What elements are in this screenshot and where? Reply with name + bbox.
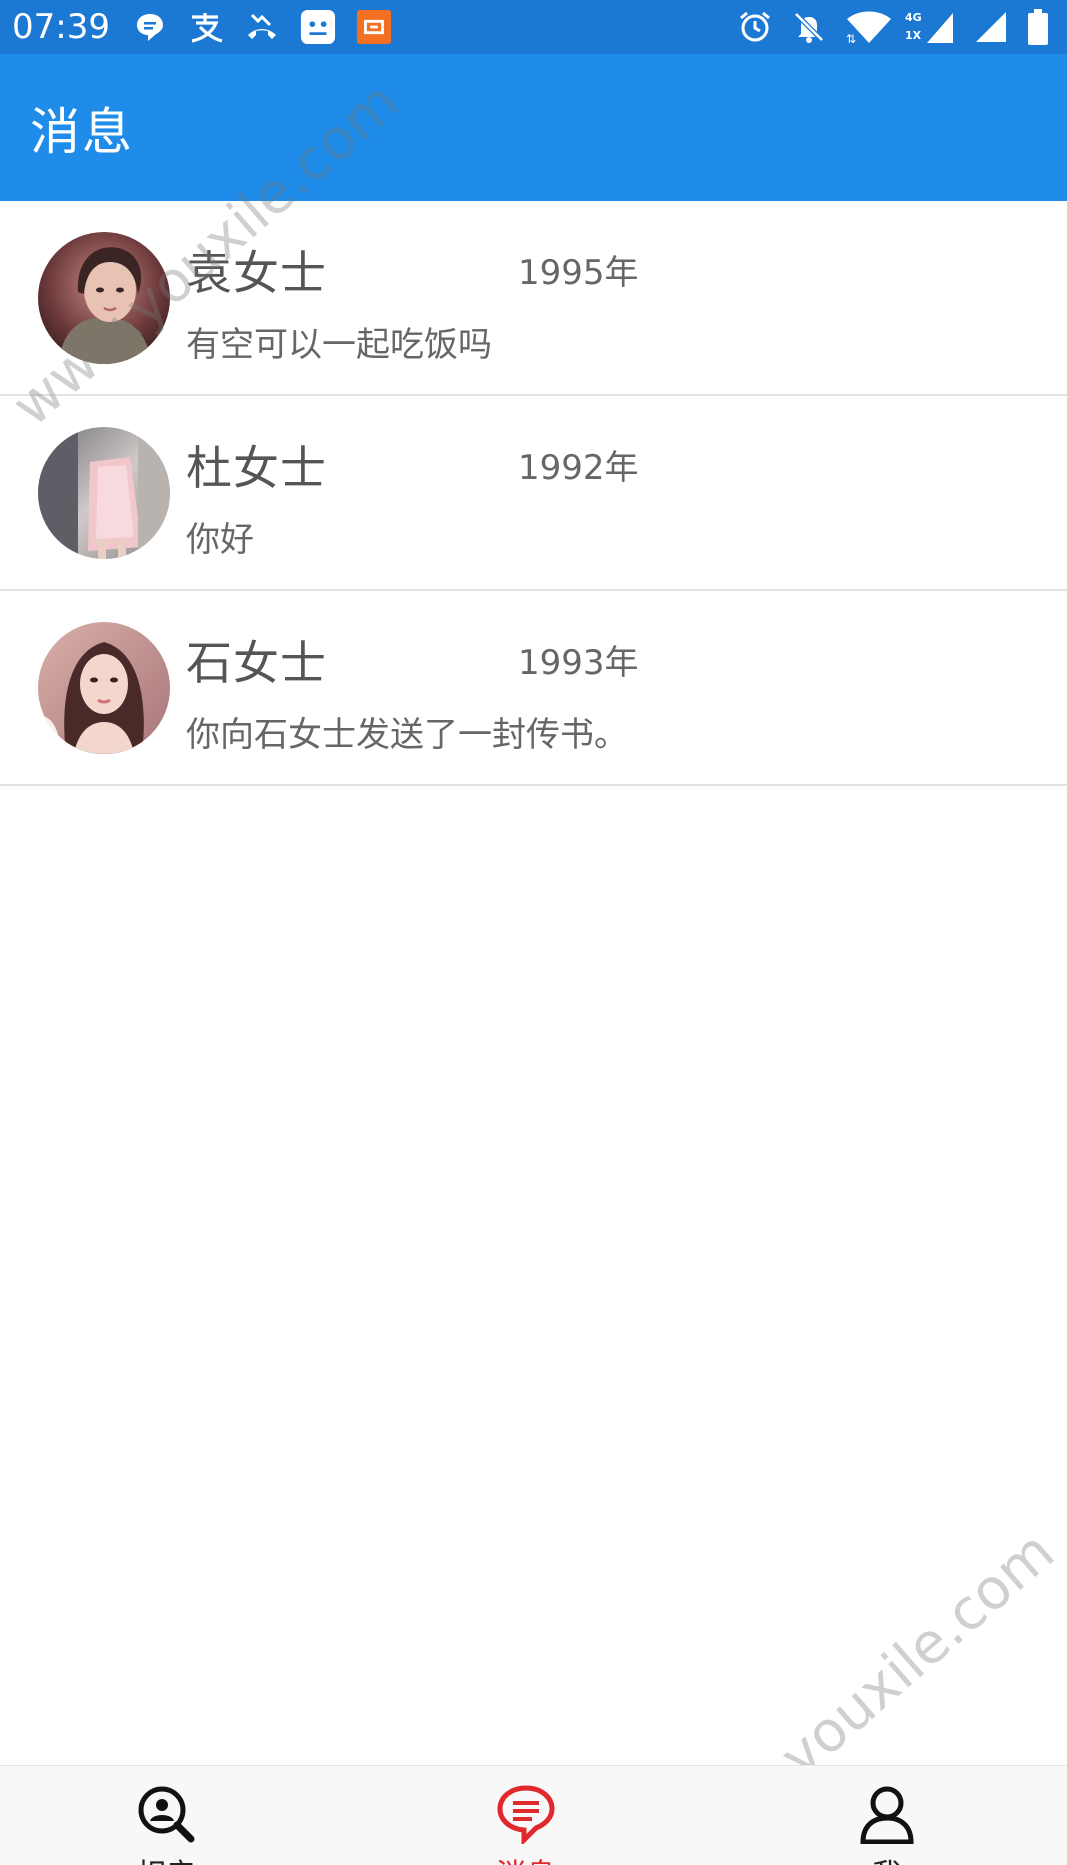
bottom-nav: 相亲 消息 我 [0,1765,1067,1865]
nav-item-messages[interactable]: 消息 [426,1766,626,1865]
chat-bubble-icon [132,9,168,45]
status-right-icons: ⇅ 4G 1X [737,0,1049,54]
conversation-item[interactable]: 杜女士 1992年 你好 [0,396,1067,591]
battery-icon [1027,9,1049,45]
birth-year: 1995年 [518,253,639,293]
missed-call-icon [244,9,280,45]
app-orange-icon [356,9,392,45]
nav-label: 消息 [426,1850,626,1865]
conversation-item[interactable]: 石女士 1993年 你向石女士发送了一封传书。 [0,591,1067,786]
conversation-list: 袁女士 1995年 有空可以一起吃饭吗 杜女士 1992年 你好 石女士 199… [0,201,1067,786]
wifi-icon: ⇅ [845,9,893,45]
svg-text:⇅: ⇅ [846,32,856,45]
birth-year: 1992年 [518,448,639,488]
alarm-icon [737,9,773,45]
contact-name: 袁女士 [186,246,327,300]
conversation-item[interactable]: 袁女士 1995年 有空可以一起吃饭吗 [0,201,1067,396]
network-4g-label: 4G [905,11,922,24]
status-left-icons [132,9,392,45]
last-message: 你好 [186,520,254,560]
birth-year: 1993年 [518,643,639,683]
page: 07:39 ⇅ 4G 1X 消息 袁女士 1995年 有空可以一起吃饭吗 杜女士… [0,0,1067,1865]
last-message: 你向石女士发送了一封传书。 [186,715,628,755]
avatar[interactable] [38,232,170,364]
nav-label: 相亲 [66,1850,266,1865]
nav-label: 我 [787,1850,987,1865]
signal-icon [973,9,1009,45]
status-time: 07:39 [12,7,110,47]
last-message: 有空可以一起吃饭吗 [186,325,492,365]
avatar[interactable] [38,427,170,559]
status-bar: 07:39 ⇅ 4G 1X [0,0,1067,54]
network-1x-label: 1X [905,29,922,42]
signal-4g-icon: 4G 1X [905,9,955,45]
bell-off-icon [791,9,827,45]
user-icon [857,1784,917,1845]
contact-name: 杜女士 [186,441,327,495]
contact-name: 石女士 [186,636,327,690]
nav-item-dating[interactable]: 相亲 [66,1766,266,1865]
page-title: 消息 [30,102,134,161]
search-person-icon [136,1784,196,1844]
app-bar: 消息 [0,54,1067,201]
message-icon [496,1784,556,1847]
app-robot-icon [300,9,336,45]
alipay-icon [188,9,224,45]
nav-item-me[interactable]: 我 [787,1766,987,1865]
avatar[interactable] [38,622,170,754]
